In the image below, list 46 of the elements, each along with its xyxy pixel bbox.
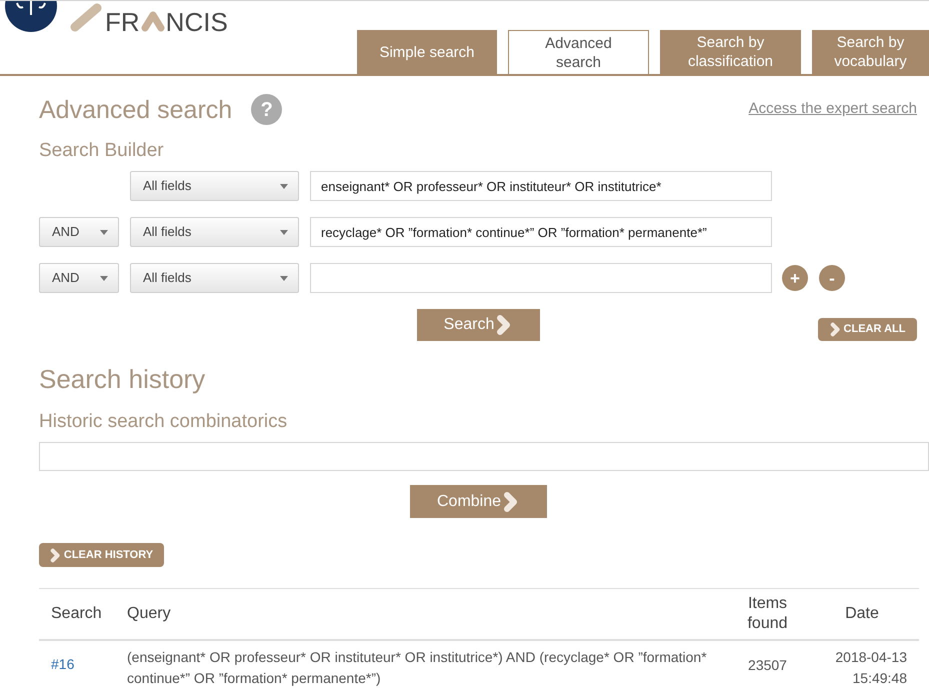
clear-history-button[interactable]: CLEAR HISTORY: [39, 543, 164, 567]
caret-icon: [100, 230, 108, 234]
logo-text: NCIS: [166, 7, 228, 37]
query-field[interactable]: enseignant* OR professeur* OR instituteur* OR institutrice*: [310, 171, 772, 201]
table-cell-text: 23507: [747, 656, 788, 674]
chevron-icon: [50, 548, 61, 562]
search-link[interactable]: #16: [51, 656, 74, 672]
add-row-button[interactable]: +: [782, 265, 808, 291]
column-header: Query: [117, 589, 730, 641]
query-field[interactable]: recyclage* OR ”formation* continue*” OR ”formation* permanente*”: [310, 217, 772, 247]
caret-icon: [100, 276, 108, 280]
table-cell-text: (enseignant* OR professeur* OR instituteur* OR institutrice*) AND (recyclage* OR ”formation* continue*” OR ”formation* permanente*”): [126, 648, 708, 688]
caret-icon: [280, 230, 288, 234]
chevron-icon: [503, 490, 520, 512]
chevron-icon: [496, 314, 512, 336]
table-cell-text: 2018-04-13 15:49:48: [834, 648, 908, 688]
expert-search-link[interactable]: Access the expert search: [748, 98, 917, 121]
field-dropdown[interactable]: All fields: [130, 263, 299, 293]
chevron-icon: [830, 322, 841, 337]
field-label: Historic search combinatorics: [39, 411, 288, 433]
column-header: Items found: [730, 589, 805, 641]
section-title: Search history: [39, 364, 206, 394]
caret-icon: [280, 184, 288, 188]
search-button[interactable]: Search: [416, 308, 540, 340]
tab[interactable]: Advanced search: [508, 30, 649, 74]
logo-text: FR: [105, 7, 140, 37]
tab[interactable]: Search by classification: [660, 30, 801, 74]
operator-dropdown[interactable]: AND: [39, 217, 119, 247]
combinatorics-field[interactable]: [39, 442, 929, 471]
caret-icon: [280, 276, 288, 280]
column-header: Date: [805, 589, 919, 641]
tab[interactable]: Simple search: [357, 30, 497, 74]
column-header: Search: [39, 589, 117, 641]
logo-chevron-icon: [140, 10, 166, 32]
logo-stroke-icon: [70, 3, 102, 32]
combine-button[interactable]: Combine: [410, 485, 546, 518]
page-title: Advanced search: [39, 94, 232, 124]
tab[interactable]: Search by vocabulary: [812, 30, 929, 74]
clear-all-button[interactable]: CLEAR ALL: [818, 318, 917, 341]
section-title: Search Builder: [39, 140, 165, 162]
query-field[interactable]: [310, 263, 772, 293]
operator-dropdown[interactable]: AND: [39, 263, 119, 293]
field-dropdown[interactable]: All fields: [130, 171, 299, 201]
field-dropdown[interactable]: All fields: [130, 217, 299, 247]
help-button[interactable]: ?: [251, 94, 282, 125]
remove-row-button[interactable]: -: [819, 265, 845, 291]
